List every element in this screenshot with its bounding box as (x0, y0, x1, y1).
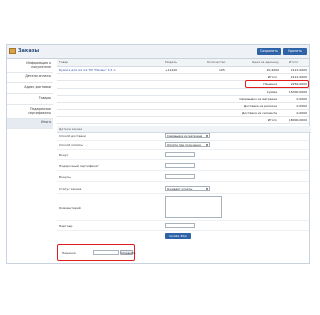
product-model: +11220 (165, 68, 178, 72)
chevron-down-icon: ▼ (206, 135, 208, 138)
totals-value: 15000.0000 (288, 90, 307, 94)
comment-textarea[interactable] (165, 196, 222, 218)
totals-value: 18000.0000 (288, 118, 307, 122)
row-divider (57, 95, 309, 96)
totals-value: 0.0000 (296, 97, 308, 101)
sidebar-item-customer-info[interactable]: Информация о покупателе (7, 60, 53, 73)
form-divider (57, 181, 309, 182)
row-divider (57, 109, 309, 110)
markup-label: Наценка (62, 251, 76, 255)
partner-label: Партнер (59, 224, 73, 228)
bonus-label: Бонус (59, 153, 69, 157)
chevron-down-icon: ▼ (206, 188, 208, 191)
form-divider (57, 170, 309, 171)
bonus-input[interactable] (165, 152, 195, 157)
delivery-method-label: Способ доставки (59, 134, 86, 138)
totals-label: Самовывоз из магазина (239, 97, 277, 101)
form-divider (57, 149, 309, 150)
row-divider (57, 102, 309, 103)
bonuses-input[interactable] (165, 174, 195, 179)
totals-label: Сумма (266, 90, 277, 94)
markup-input[interactable] (93, 250, 119, 255)
order-details-header: Детали заказа (57, 126, 311, 133)
form-divider (57, 220, 309, 221)
col-unit-price: Цена за единицу (252, 60, 279, 64)
col-product: Товар (59, 60, 69, 64)
orders-panel: Заказы Сохранить Удалить Информация о по… (6, 44, 311, 264)
totals-label: Доставка из сегмента (241, 111, 277, 115)
row-divider (57, 116, 309, 117)
payment-method-label: Способ оплаты (59, 143, 83, 147)
sidebar: Информация о покупателе Детали оплаты Ад… (7, 59, 54, 163)
totals-value: 2121.0000 (290, 75, 307, 79)
row-divider (57, 88, 309, 89)
gift-cert-label: Подарочный сертификат (59, 164, 99, 168)
product-name-link[interactable]: Бумага для А4 ink ТМ "Мелан" 3.5 л. (59, 68, 159, 72)
row-divider (57, 73, 309, 74)
delete-button[interactable]: Удалить (283, 48, 307, 55)
col-total: Итого (289, 60, 299, 64)
product-total: 2121.0000 (290, 68, 307, 72)
totals-label: Итого (267, 75, 277, 79)
sidebar-item-totals[interactable]: Итого (7, 119, 53, 129)
partner-input[interactable] (165, 223, 195, 228)
bonuses-label: Бонусы (59, 175, 71, 179)
page-title: Заказы (18, 48, 40, 54)
sidebar-item-gift-certificates[interactable]: Подарочные сертификаты (7, 106, 53, 119)
markup-save-button[interactable]: Сохранить (120, 250, 136, 255)
totals-value: 0.0000 (296, 104, 308, 108)
delivery-method-select[interactable]: Самовывоз из магазина ▼ (165, 133, 210, 138)
sidebar-item-delivery-address[interactable]: Адрес доставки (7, 84, 53, 94)
gift-cert-input[interactable] (165, 163, 195, 168)
comment-label: Комментарий (59, 206, 81, 210)
order-status-label: Статус заказа (59, 187, 82, 191)
col-model: Модель (165, 60, 178, 64)
form-divider (57, 193, 309, 194)
form-divider (57, 230, 309, 231)
totals-label: Наценка (263, 82, 277, 86)
save-button[interactable]: Сохранить (257, 48, 281, 55)
totals-label: Итого (267, 118, 277, 122)
sidebar-item-products[interactable]: Товары (7, 95, 53, 105)
totals-label: Доставка из региона (243, 104, 277, 108)
form-divider (57, 159, 309, 160)
panel-titlebar: Заказы Сохранить Удалить (7, 45, 309, 59)
order-status-select[interactable]: Ожидает оплаты ▼ (165, 186, 210, 191)
col-quantity: Количество (207, 60, 226, 64)
chevron-down-icon: ▼ (206, 144, 208, 147)
update-total-button[interactable]: Update Total (165, 233, 191, 239)
orders-icon (9, 48, 16, 54)
totals-value: 2259.0000 (290, 82, 307, 86)
totals-value: 0.0000 (296, 111, 308, 115)
row-divider (57, 123, 309, 124)
product-qty: 105 (219, 68, 225, 72)
form-divider (57, 140, 309, 141)
product-price: 20.2000 (266, 68, 279, 72)
payment-method-select[interactable]: Оплата при получении ▼ (165, 142, 210, 147)
sidebar-item-payment-details[interactable]: Детали оплаты (7, 73, 53, 83)
